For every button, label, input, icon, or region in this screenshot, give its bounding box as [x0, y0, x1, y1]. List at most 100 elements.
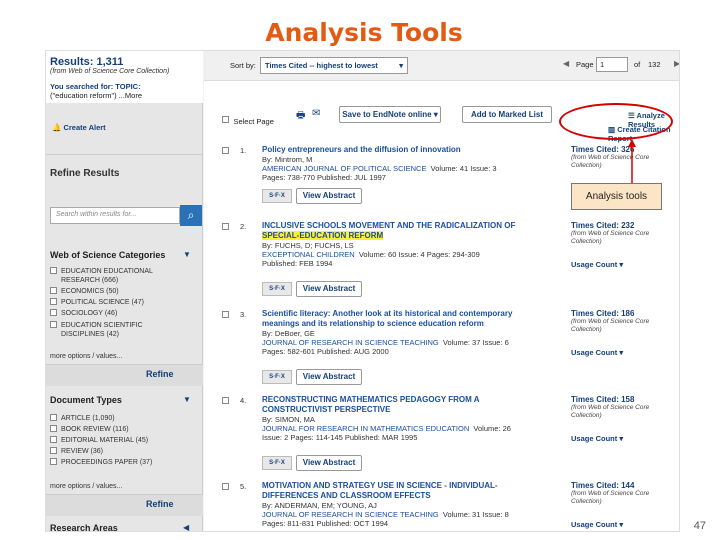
chevron-left-icon[interactable]: ◀: [183, 523, 189, 531]
times-cited[interactable]: Times Cited: 186: [571, 309, 679, 318]
usage-count[interactable]: Usage Count ▾: [571, 520, 679, 529]
sfx-link[interactable]: S·F·X: [262, 189, 292, 203]
checkbox[interactable]: [222, 311, 229, 318]
print-icon[interactable]: 🖶: [296, 108, 305, 125]
cited-source: (from Web of Science Core: [571, 230, 650, 237]
doctype-item[interactable]: BOOK REVIEW (116): [50, 425, 200, 436]
search-button[interactable]: ⌕: [180, 205, 202, 226]
record-journal[interactable]: JOURNAL FOR RESEARCH IN MATHEMATICS EDUC…: [262, 424, 469, 433]
checkbox[interactable]: [50, 298, 57, 305]
checkbox[interactable]: [50, 436, 57, 443]
chevron-down-icon: ▾: [433, 110, 438, 119]
doctype-item[interactable]: REVIEW (36): [50, 447, 200, 458]
view-abstract-button[interactable]: View Abstract: [296, 281, 362, 297]
chevron-down-icon: ▾: [619, 434, 624, 443]
usage-count[interactable]: Usage Count ▾: [571, 434, 679, 443]
more-options-link[interactable]: more options / values...: [50, 482, 122, 491]
record-title[interactable]: INCLUSIVE SCHOOLS MOVEMENT AND THE RADIC…: [262, 221, 562, 231]
checkbox[interactable]: [222, 223, 229, 230]
cited-source: (from Web of Science Core: [571, 404, 650, 411]
research-areas-title: Research Areas: [50, 523, 118, 532]
prev-page-icon[interactable]: ◀: [563, 59, 569, 68]
record-title[interactable]: CONSTRUCTIVIST PERSPECTIVE: [262, 405, 562, 415]
analysis-tools-callout: Analysis tools: [571, 183, 662, 210]
result-row: 3. Scientific literacy: Another look at …: [204, 307, 679, 391]
searched-query[interactable]: ("education reform") ...More: [50, 91, 199, 100]
email-icon[interactable]: ✉: [312, 108, 320, 119]
category-item[interactable]: EDUCATION EDUCATIONAL RESEARCH (666): [50, 267, 200, 287]
record-authors: By: Mintrom, M: [262, 155, 313, 164]
record-title[interactable]: SPECIAL-EDUCATION REFORM: [262, 231, 384, 240]
chevron-down-icon[interactable]: ▼: [183, 250, 191, 259]
checkbox[interactable]: [50, 321, 57, 328]
screenshot: Results: 1,311 (from Web of Science Core…: [45, 50, 680, 532]
record-volume: Volume: 41 Issue: 3: [430, 164, 497, 173]
refine-button[interactable]: Refine: [146, 499, 174, 509]
chevron-down-icon: ▾: [399, 61, 403, 70]
save-endnote-button[interactable]: Save to EndNote online ▾: [339, 106, 441, 123]
add-marked-list-button[interactable]: Add to Marked List: [462, 106, 552, 123]
results-count: Results: 1,311: [50, 56, 124, 68]
cited-source: Collection): [571, 498, 602, 505]
checkbox[interactable]: [50, 458, 57, 465]
refine-title: Refine Results: [50, 168, 120, 179]
checkbox[interactable]: [50, 447, 57, 454]
times-cited[interactable]: Times Cited: 144: [571, 481, 679, 490]
record-title[interactable]: meanings and its relationship to science…: [262, 319, 484, 328]
times-cited[interactable]: Times Cited: 232: [571, 221, 679, 230]
sfx-link[interactable]: S·F·X: [262, 370, 292, 384]
create-alert[interactable]: 🔔 Create Alert: [52, 123, 106, 132]
view-abstract-button[interactable]: View Abstract: [296, 188, 362, 204]
checkbox[interactable]: [222, 397, 229, 404]
refine-button[interactable]: Refine: [146, 369, 174, 379]
view-abstract-button[interactable]: View Abstract: [296, 369, 362, 385]
category-item[interactable]: SOCIOLOGY (46): [50, 309, 200, 321]
search-within-input[interactable]: Search within results for...: [50, 207, 180, 224]
cited-source: (from Web of Science Core: [571, 490, 650, 497]
checkbox[interactable]: [222, 147, 229, 154]
checkbox[interactable]: [50, 287, 57, 294]
usage-count[interactable]: Usage Count ▾: [571, 260, 679, 269]
doctype-item[interactable]: ARTICLE (1,090): [50, 414, 200, 425]
more-options-link[interactable]: more options / values...: [50, 352, 122, 361]
checkbox[interactable]: [50, 425, 57, 432]
record-number: 3.: [240, 310, 247, 319]
record-title[interactable]: DIFFERENCES AND CLASSROOM EFFECTS: [262, 491, 562, 501]
record-journal[interactable]: AMERICAN JOURNAL OF POLITICAL SCIENCE: [262, 164, 426, 173]
record-journal[interactable]: EXCEPTIONAL CHILDREN: [262, 250, 355, 259]
page-input[interactable]: 1: [596, 57, 628, 72]
checkbox[interactable]: [50, 267, 57, 274]
sort-select[interactable]: Times Cited -- highest to lowest ▾: [260, 57, 408, 74]
cited-source: Collection): [571, 238, 602, 245]
checkbox[interactable]: [50, 414, 57, 421]
record-journal[interactable]: JOURNAL OF RESEARCH IN SCIENCE TEACHING: [262, 510, 439, 519]
search-icon: ⌕: [187, 208, 195, 222]
select-page[interactable]: Select Page: [222, 111, 274, 129]
sfx-link[interactable]: S·F·X: [262, 282, 292, 296]
category-item[interactable]: POLITICAL SCIENCE (47): [50, 298, 200, 309]
sfx-link[interactable]: S·F·X: [262, 456, 292, 470]
record-title[interactable]: Scientific literacy: Another look at its…: [262, 309, 562, 319]
record-pages: Pages: 582-601 Published: AUG 2000: [262, 347, 389, 356]
record-title[interactable]: RECONSTRUCTING MATHEMATICS PEDAGOGY FROM…: [262, 395, 562, 405]
record-title[interactable]: Policy entrepreneurs and the diffusion o…: [262, 145, 562, 155]
categories-title: Web of Science Categories: [50, 250, 166, 260]
category-item[interactable]: ECONOMICS (50): [50, 287, 200, 298]
record-title[interactable]: MOTIVATION AND STRATEGY USE IN SCIENCE -…: [262, 481, 562, 491]
record-journal[interactable]: JOURNAL OF RESEARCH IN SCIENCE TEACHING: [262, 338, 439, 347]
usage-count[interactable]: Usage Count ▾: [571, 348, 679, 357]
checkbox[interactable]: [222, 116, 229, 124]
doctype-item[interactable]: EDITORIAL MATERIAL (45): [50, 436, 200, 447]
record-pages: Pages: 811-831 Published: OCT 1994: [262, 519, 389, 528]
chevron-down-icon[interactable]: ▼: [183, 395, 191, 404]
view-abstract-button[interactable]: View Abstract: [296, 455, 362, 471]
category-item[interactable]: EDUCATION SCIENTIFIC DISCIPLINES (42): [50, 321, 200, 341]
checkbox[interactable]: [50, 309, 57, 316]
results-source: (from Web of Science Core Collection): [50, 68, 170, 75]
record-number: 5.: [240, 482, 247, 491]
doctype-item[interactable]: PROCEEDINGS PAPER (37): [50, 458, 200, 469]
times-cited[interactable]: Times Cited: 158: [571, 395, 679, 404]
checkbox[interactable]: [222, 483, 229, 490]
record-authors: By: FUCHS, D; FUCHS, LS: [262, 241, 354, 250]
next-page-icon[interactable]: ▶: [674, 59, 679, 68]
